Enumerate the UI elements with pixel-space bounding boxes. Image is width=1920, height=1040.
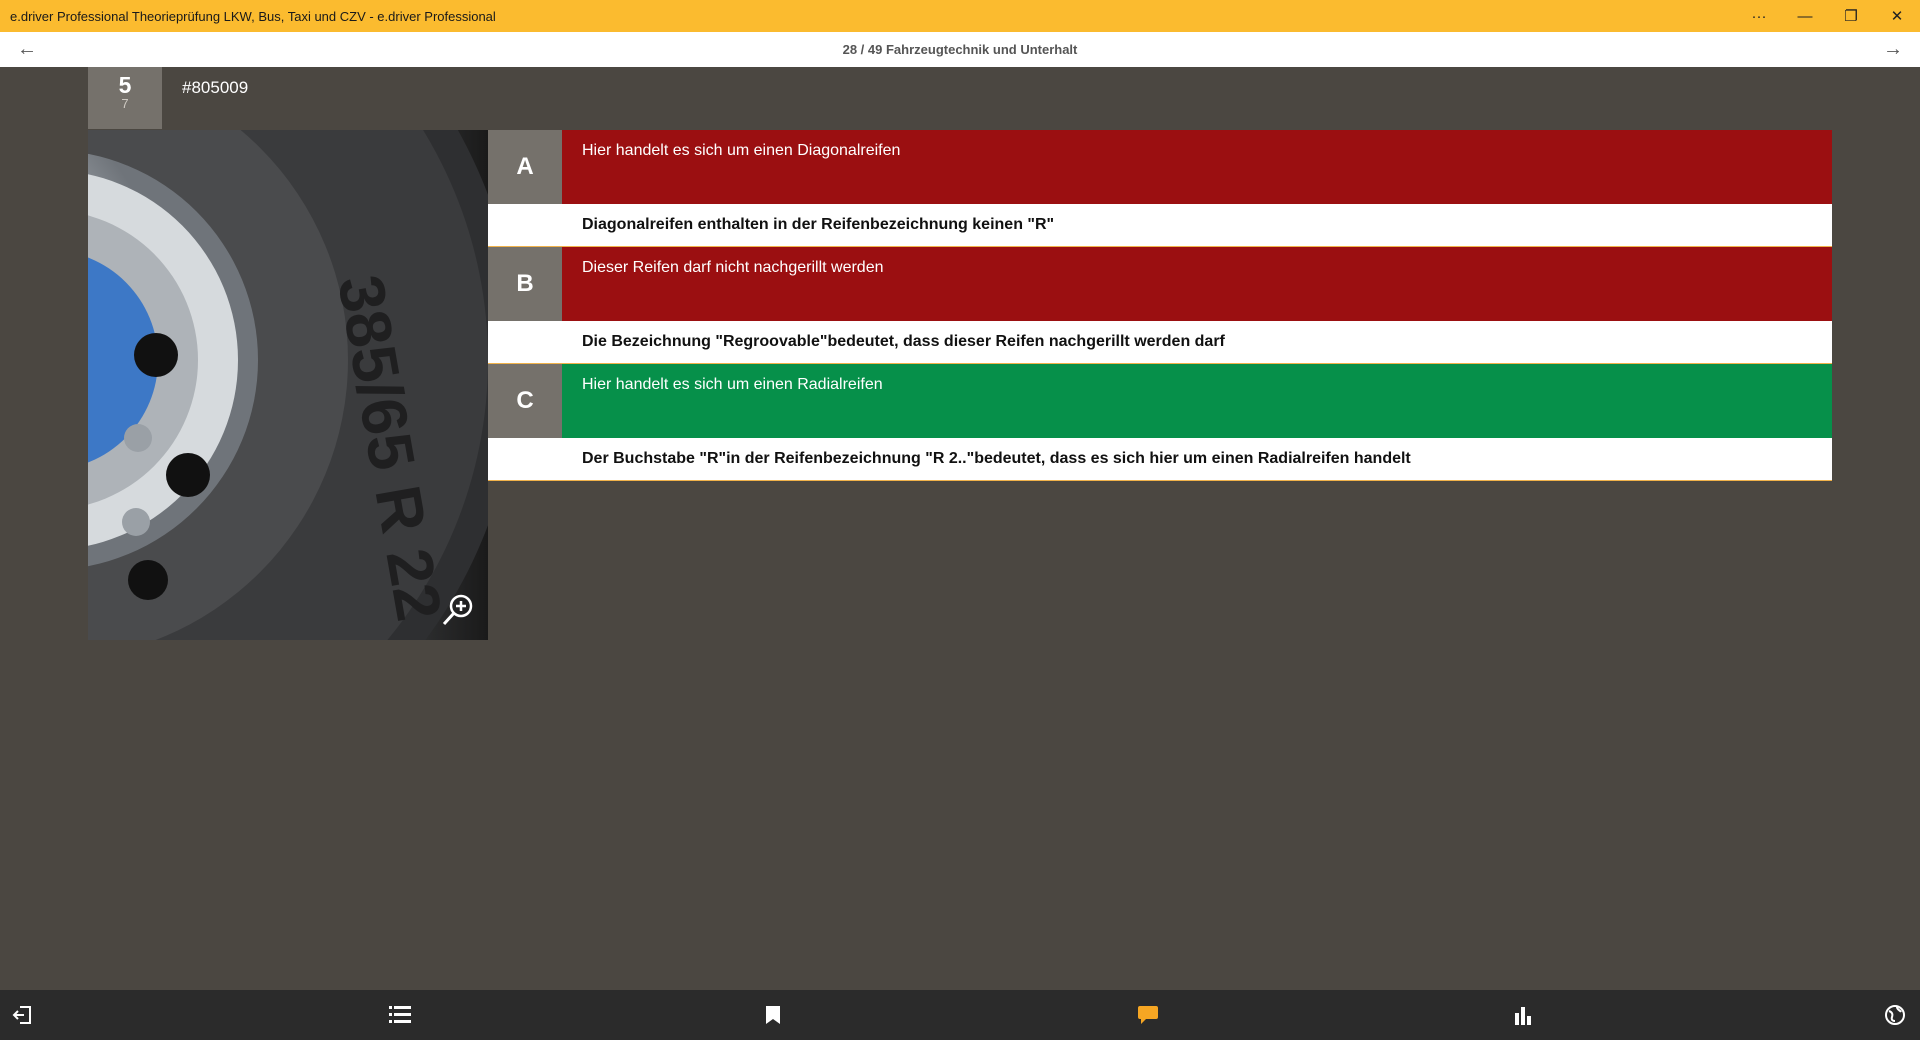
list-icon[interactable] <box>385 1000 415 1030</box>
question-image[interactable]: 385/65 R 22 <box>88 130 488 640</box>
window-titlebar: e.driver Professional Theorieprüfung LKW… <box>0 0 1920 32</box>
answer-explanation: Der Buchstabe "R"in der Reifenbezeichnun… <box>488 438 1832 481</box>
question-id: #805009 <box>182 78 249 97</box>
close-button[interactable]: ✕ <box>1874 0 1920 32</box>
restore-button[interactable]: ❐ <box>1828 0 1874 32</box>
question-points: 5 <box>118 72 132 98</box>
answer-explanation: Diagonalreifen enthalten in der Reifenbe… <box>488 204 1832 247</box>
answer-option-b[interactable]: Dieser Reifen darf nicht nachgerillt wer… <box>562 247 1832 321</box>
window-title: e.driver Professional Theorieprüfung LKW… <box>10 8 496 24</box>
question-navbar: ← 28 / 49 Fahrzeugtechnik und Unterhalt … <box>0 32 1920 67</box>
answer-list: A Hier handelt es sich um einen Diagonal… <box>488 130 1832 481</box>
more-options-button[interactable]: ··· <box>1736 0 1782 32</box>
answer-letter: A <box>488 130 562 204</box>
question-points-badge: 5 7 <box>88 67 162 129</box>
back-arrow-icon[interactable]: ← <box>0 32 54 67</box>
answer-item-a: A Hier handelt es sich um einen Diagonal… <box>488 130 1832 247</box>
answer-letter: B <box>488 247 562 321</box>
comment-icon[interactable] <box>1133 1000 1163 1030</box>
answer-item-b: B Dieser Reifen darf nicht nachgerillt w… <box>488 247 1832 364</box>
answer-explanation: Die Bezeichnung "Regroovable"bedeutet, d… <box>488 321 1832 364</box>
question-progress-title: 28 / 49 Fahrzeugtechnik und Unterhalt <box>842 42 1078 57</box>
bookmark-icon[interactable] <box>758 1000 788 1030</box>
bottom-toolbar <box>0 990 1920 1040</box>
forward-arrow-icon[interactable]: → <box>1866 32 1920 67</box>
answer-letter: C <box>488 364 562 438</box>
tire-photo: 385/65 R 22 <box>88 130 488 640</box>
stats-icon[interactable] <box>1508 1000 1538 1030</box>
answer-item-c: C Hier handelt es sich um einen Radialre… <box>488 364 1832 481</box>
minimize-button[interactable]: — <box>1782 0 1828 32</box>
zoom-in-icon[interactable] <box>440 592 476 628</box>
exit-icon[interactable] <box>8 1000 38 1030</box>
globe-icon[interactable] <box>1880 1000 1910 1030</box>
question-points-sub: 7 <box>121 96 129 111</box>
answer-option-a[interactable]: Hier handelt es sich um einen Diagonalre… <box>562 130 1832 204</box>
answer-option-c[interactable]: Hier handelt es sich um einen Radialreif… <box>562 364 1832 438</box>
